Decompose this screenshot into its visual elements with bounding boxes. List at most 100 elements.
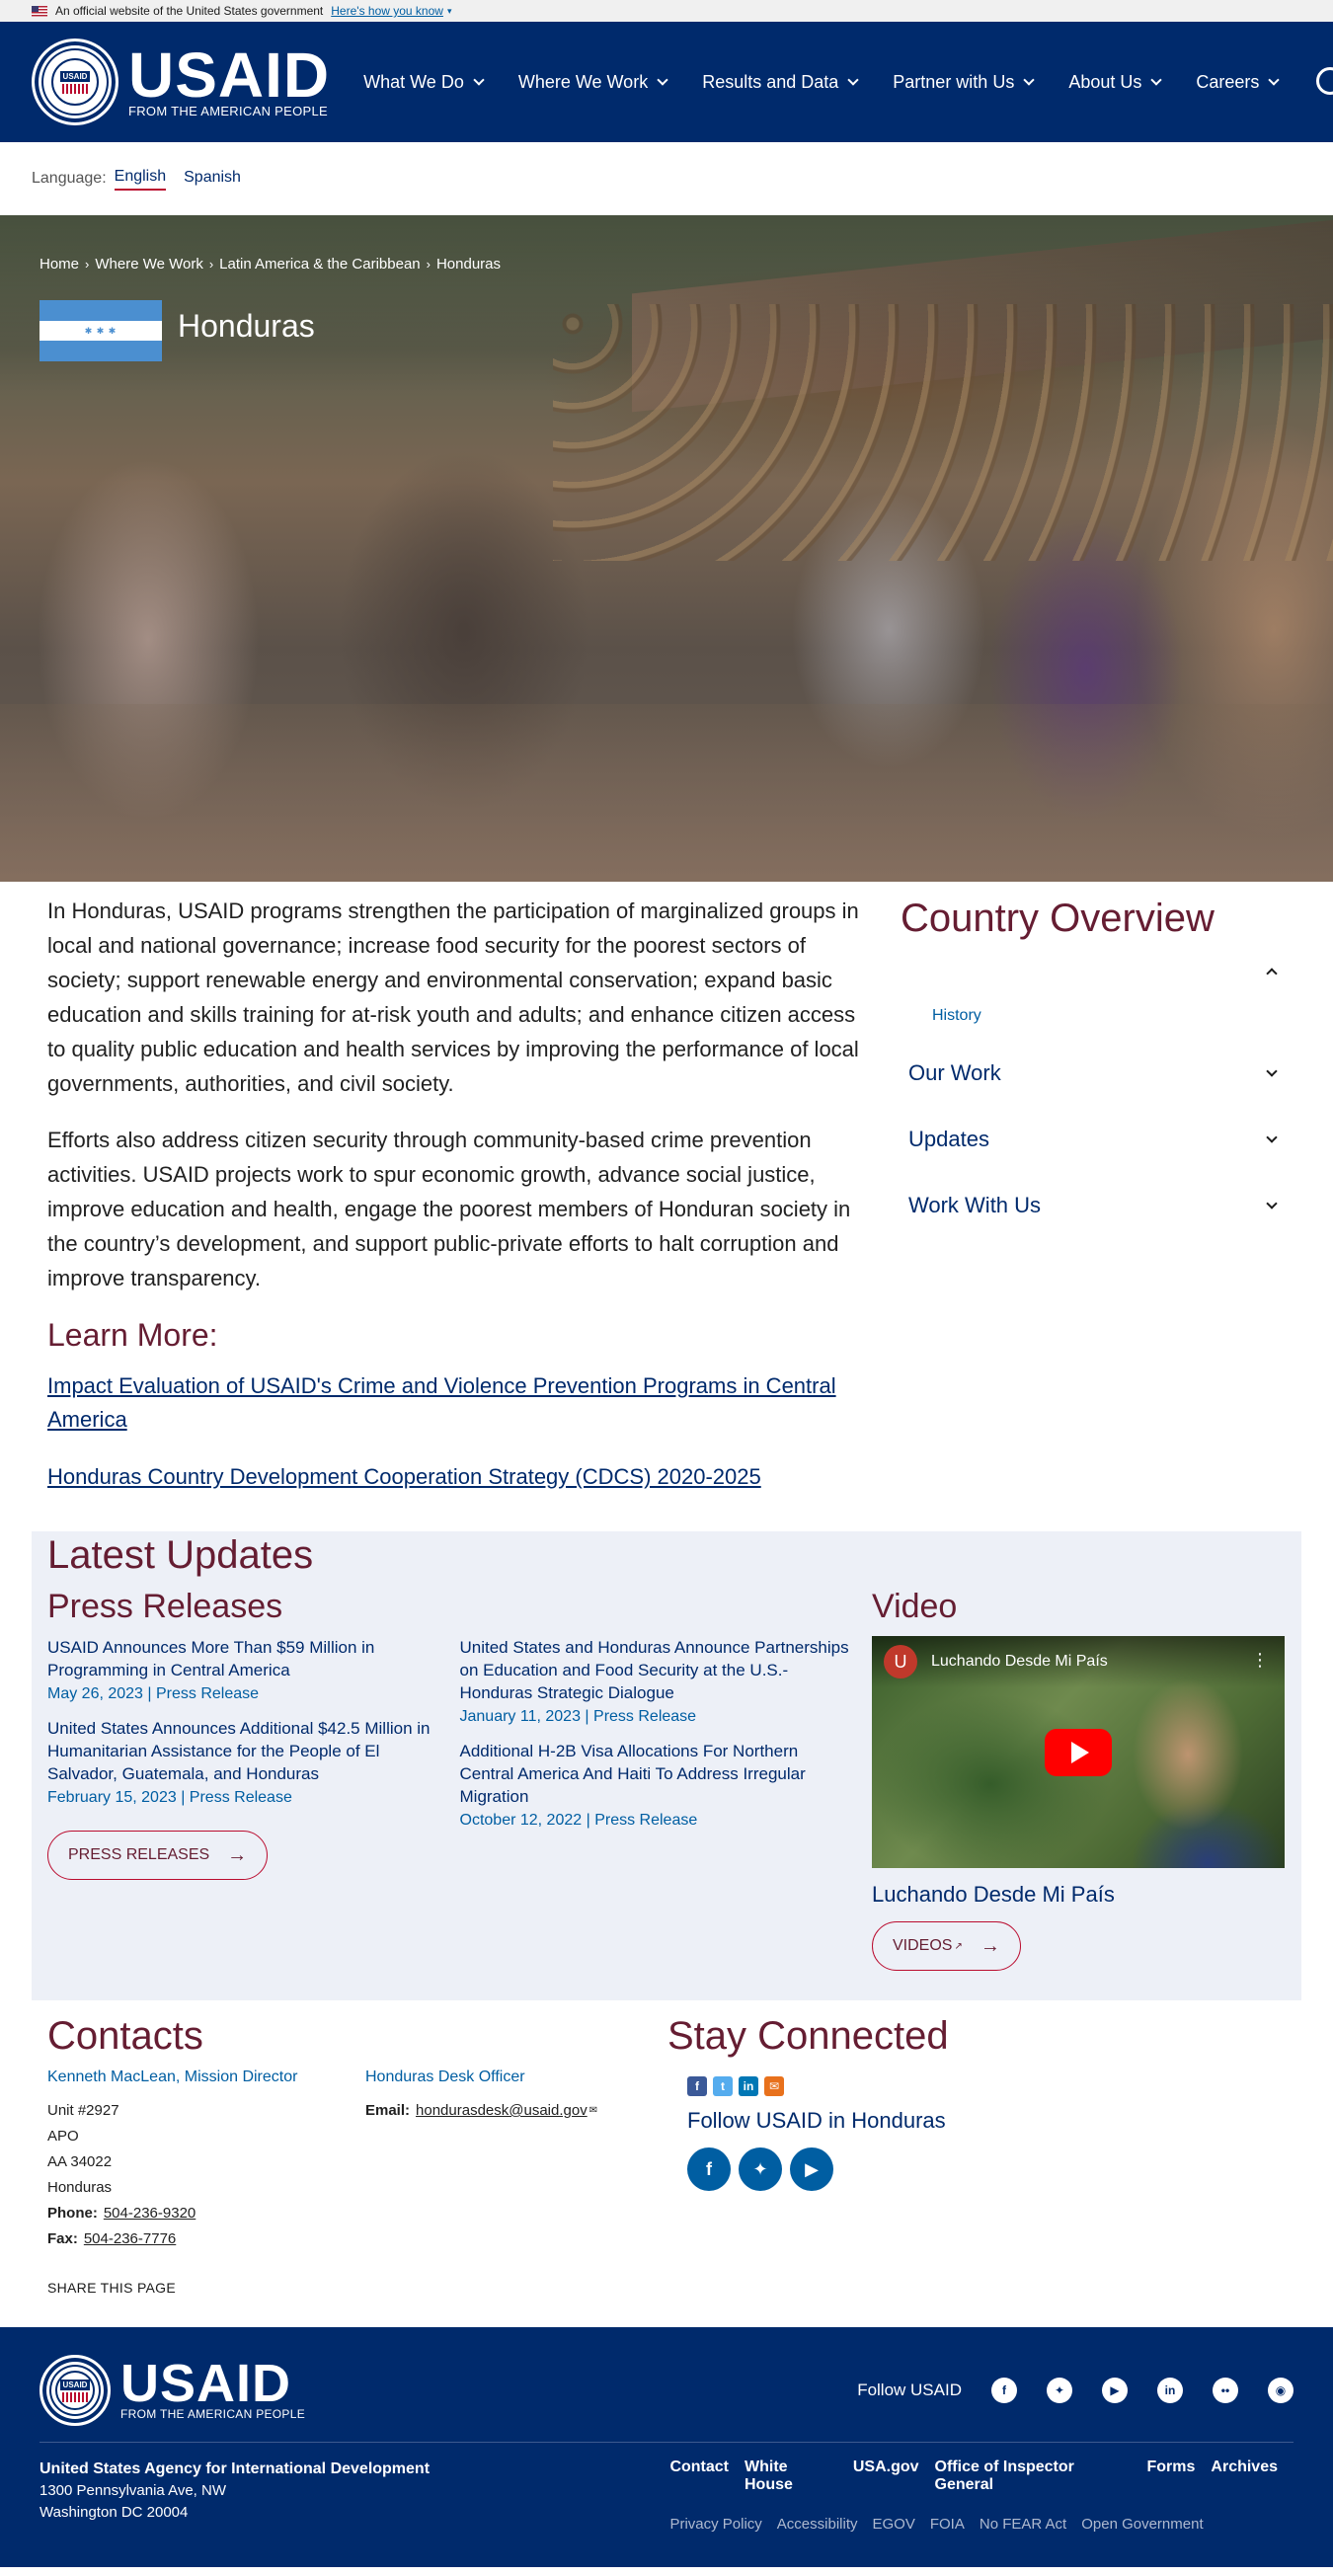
arrow-right-icon: → bbox=[227, 1843, 248, 1866]
desk-officer-link[interactable]: Honduras Desk Officer bbox=[365, 2069, 597, 2086]
more-options-icon[interactable]: ⋮ bbox=[1251, 1650, 1269, 1671]
press-release-item: United States Announces Additional $42.5… bbox=[47, 1717, 442, 1807]
footer-link-usa-gov[interactable]: USA.gov bbox=[853, 2459, 919, 2494]
youtube-icon[interactable]: ▶ bbox=[790, 2147, 833, 2191]
share-this-page[interactable]: SHARE THIS PAGE bbox=[47, 2280, 667, 2296]
breadcrumb: Home › Where We Work › Latin America & t… bbox=[39, 256, 501, 273]
facebook-icon[interactable]: f bbox=[991, 2378, 1017, 2403]
intro-paragraph: In Honduras, USAID programs strengthen t… bbox=[47, 898, 859, 1096]
video-player[interactable]: U Luchando Desde Mi País ⋮ bbox=[872, 1636, 1285, 1868]
stay-connected: Stay Connected f t in ✉ Follow USAID in … bbox=[667, 2014, 949, 2296]
press-release-date: January 11, 2023 bbox=[459, 1708, 581, 1725]
footer-link-oig[interactable]: Office of Inspector General bbox=[935, 2459, 1132, 2494]
learn-more-heading: Learn More: bbox=[47, 1317, 218, 1353]
follow-usaid-label: Follow USAID bbox=[857, 2381, 962, 2399]
breadcrumb-where-we-work[interactable]: Where We Work bbox=[95, 256, 202, 273]
press-release-type: Press Release bbox=[593, 1708, 697, 1725]
press-release-type: Press Release bbox=[189, 1789, 292, 1806]
footer-link-accessibility[interactable]: Accessibility bbox=[777, 2516, 858, 2533]
site-header: USAID USAID FROM THE AMERICAN PEOPLE Wha… bbox=[0, 22, 1333, 142]
email-share-icon[interactable]: ✉ bbox=[764, 2076, 784, 2096]
chevron-up-icon bbox=[1266, 968, 1278, 979]
video-title: Video bbox=[872, 1588, 958, 1625]
linkedin-share-icon[interactable]: in bbox=[739, 2076, 758, 2096]
logo-wordmark: USAID bbox=[128, 39, 331, 111]
twitter-share-icon[interactable]: t bbox=[713, 2076, 733, 2096]
contact-mission-director: Kenneth MacLean, Mission Director Unit #… bbox=[47, 2069, 365, 2252]
overview-our-work[interactable]: Our Work bbox=[901, 1040, 1286, 1106]
press-release-link[interactable]: Additional H-2B Visa Allocations For Nor… bbox=[460, 1740, 855, 1808]
breadcrumb-latin-america[interactable]: Latin America & the Caribbean bbox=[219, 256, 420, 273]
overview-updates[interactable]: Updates bbox=[901, 1106, 1286, 1172]
breadcrumb-home[interactable]: Home bbox=[39, 256, 79, 273]
press-release-date: October 12, 2022 bbox=[459, 1812, 583, 1829]
play-icon[interactable] bbox=[1045, 1729, 1112, 1776]
footer-logo-tagline: FROM THE AMERICAN PEOPLE bbox=[120, 2407, 306, 2421]
footer-links: Contact White House USA.gov Office of In… bbox=[669, 2459, 1294, 2533]
youtube-icon[interactable]: ▶ bbox=[1102, 2378, 1128, 2403]
footer-link-open-government[interactable]: Open Government bbox=[1081, 2516, 1203, 2533]
main-nav: What We Do Where We Work Results and Dat… bbox=[363, 72, 1313, 93]
honduras-flag-icon: ✱ ✱ ✱ bbox=[39, 300, 162, 362]
facebook-share-icon[interactable]: f bbox=[687, 2076, 707, 2096]
footer-link-archives[interactable]: Archives bbox=[1211, 2459, 1278, 2494]
flickr-icon[interactable]: •• bbox=[1213, 2378, 1238, 2403]
gov-banner: An official website of the United States… bbox=[0, 0, 1333, 22]
press-release-link[interactable]: USAID Announces More Than $59 Million in… bbox=[47, 1636, 442, 1681]
nav-about-us[interactable]: About Us bbox=[1068, 72, 1163, 93]
chevron-down-icon bbox=[473, 73, 485, 86]
linkedin-icon[interactable]: in bbox=[1157, 2378, 1183, 2403]
overview-history-link[interactable]: History bbox=[901, 992, 1286, 1040]
press-release-link[interactable]: United States Announces Additional $42.5… bbox=[47, 1717, 442, 1785]
latest-updates: Latest Updates Press Releases USAID Anno… bbox=[32, 1531, 1301, 2000]
stay-connected-title: Stay Connected bbox=[667, 2014, 949, 2058]
external-link-icon: ↗ bbox=[954, 1940, 963, 1952]
language-label: Language: bbox=[32, 170, 107, 187]
nav-what-we-do[interactable]: What We Do bbox=[363, 72, 485, 93]
instagram-icon[interactable]: ◉ bbox=[1268, 2378, 1294, 2403]
page-title: Honduras bbox=[178, 307, 315, 344]
press-releases-button[interactable]: PRESS RELEASES → bbox=[47, 1831, 269, 1880]
nav-careers[interactable]: Careers bbox=[1196, 72, 1281, 93]
country-overview: Country Overview History Our Work Update… bbox=[901, 894, 1286, 1518]
heres-how-you-know-link[interactable]: Here's how you know bbox=[331, 4, 443, 18]
footer-link-foia[interactable]: FOIA bbox=[930, 2516, 965, 2533]
footer-link-white-house[interactable]: White House bbox=[745, 2459, 837, 2494]
footer-link-egov[interactable]: EGOV bbox=[872, 2516, 914, 2533]
footer-usaid-logo[interactable]: USAID USAID FROM THE AMERICAN PEOPLE bbox=[39, 2355, 305, 2426]
chevron-right-icon: › bbox=[426, 257, 431, 272]
language-spanish[interactable]: Spanish bbox=[184, 169, 241, 190]
videos-button[interactable]: VIDEOS ↗ → bbox=[872, 1921, 1021, 1971]
chevron-down-icon bbox=[1266, 1131, 1278, 1143]
breadcrumb-current: Honduras bbox=[435, 256, 502, 273]
language-english[interactable]: English bbox=[114, 168, 167, 191]
overview-work-with-us[interactable]: Work With Us bbox=[901, 1172, 1286, 1238]
footer-link-privacy[interactable]: Privacy Policy bbox=[669, 2516, 761, 2533]
nav-results-and-data[interactable]: Results and Data bbox=[702, 72, 859, 93]
footer-link-contact[interactable]: Contact bbox=[669, 2459, 729, 2494]
footer-link-no-fear-act[interactable]: No FEAR Act bbox=[980, 2516, 1066, 2533]
contact-name-link[interactable]: Kenneth MacLean, Mission Director bbox=[47, 2069, 365, 2086]
usaid-logo[interactable]: USAID USAID FROM THE AMERICAN PEOPLE bbox=[32, 39, 330, 125]
nav-partner-with-us[interactable]: Partner with Us bbox=[893, 72, 1035, 93]
video-player-title: Luchando Desde Mi País bbox=[931, 1653, 1108, 1670]
phone-link[interactable]: 504-236-9320 bbox=[104, 2205, 196, 2222]
overview-collapse-toggle[interactable] bbox=[901, 951, 1286, 992]
footer-address: United States Agency for International D… bbox=[39, 2460, 431, 2521]
facebook-icon[interactable]: f bbox=[687, 2147, 731, 2191]
press-release-date: February 15, 2023 bbox=[47, 1789, 177, 1806]
learn-more-link-impact-evaluation[interactable]: Impact Evaluation of USAID's Crime and V… bbox=[47, 1369, 867, 1437]
twitter-icon[interactable]: ✦ bbox=[739, 2147, 782, 2191]
nav-where-we-work[interactable]: Where We Work bbox=[518, 72, 668, 93]
hero-image: Home › Where We Work › Latin America & t… bbox=[0, 215, 1333, 882]
press-release-link[interactable]: United States and Honduras Announce Part… bbox=[460, 1636, 855, 1704]
footer-link-forms[interactable]: Forms bbox=[1147, 2459, 1196, 2494]
logo-tagline: FROM THE AMERICAN PEOPLE bbox=[128, 103, 328, 118]
contact-desk-officer: Honduras Desk Officer Email: hondurasdesk… bbox=[365, 2069, 598, 2119]
learn-more-link-cdcs[interactable]: Honduras Country Development Cooperation… bbox=[47, 1460, 867, 1494]
fax-link[interactable]: 504-236-7776 bbox=[84, 2230, 176, 2247]
press-releases-title: Press Releases bbox=[47, 1588, 283, 1625]
twitter-icon[interactable]: ✦ bbox=[1047, 2378, 1072, 2403]
usaid-seal-icon: USAID bbox=[39, 2355, 111, 2426]
email-link[interactable]: hondurasdesk@usaid.gov bbox=[416, 2102, 588, 2119]
